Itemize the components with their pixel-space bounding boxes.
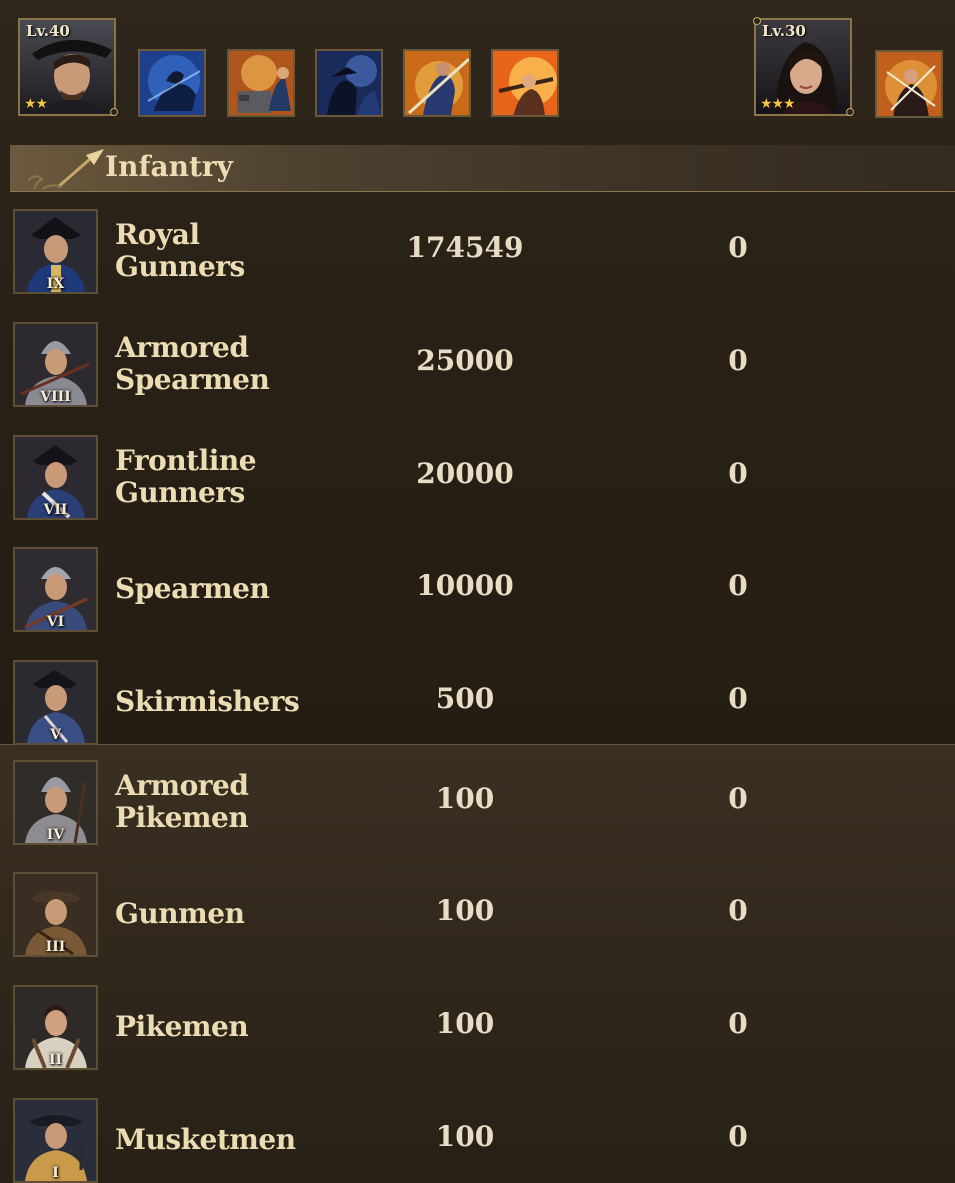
troop-assigned-count: 0 — [728, 894, 748, 927]
troop-portrait: V — [13, 660, 98, 745]
tier-label: VI — [46, 614, 65, 630]
troop-count: 100 — [435, 894, 495, 927]
troop-count: 100 — [435, 782, 495, 815]
troop-row[interactable]: IX Royal Gunners 174549 0 — [0, 209, 955, 309]
cannon-fortify-skill-icon — [229, 51, 293, 115]
skill-slot-4[interactable] — [403, 49, 471, 117]
skill-slot-1[interactable] — [138, 49, 206, 117]
skill-slot-6[interactable] — [875, 50, 943, 118]
spear-icon — [28, 149, 104, 190]
tier-label: VII — [43, 502, 68, 518]
skill-slot-5[interactable] — [491, 49, 559, 117]
musket-volley-skill-icon — [493, 51, 557, 115]
category-title: Infantry — [105, 150, 233, 183]
troop-count: 25000 — [416, 344, 514, 377]
troop-row[interactable]: V Skirmishers 500 0 — [0, 660, 955, 760]
troop-assigned-count: 0 — [728, 1120, 748, 1153]
troop-count: 174549 — [406, 231, 524, 264]
troop-name: Musketmen — [115, 1123, 296, 1156]
hero-portrait-primary[interactable]: Lv.40 ★★ — [18, 18, 116, 116]
troop-name: Pikemen — [115, 1010, 249, 1043]
skill-slot-3[interactable] — [315, 49, 383, 117]
tier-label: V — [50, 727, 61, 743]
troop-row[interactable]: II Pikemen 100 0 — [0, 985, 955, 1085]
troop-assigned-count: 0 — [728, 344, 748, 377]
troop-count: 500 — [435, 682, 495, 715]
dual-blade-skill-icon — [877, 52, 941, 116]
hero-level-label: Lv.30 — [762, 22, 806, 40]
troop-name: Armored Pikemen — [115, 769, 249, 834]
troop-name: Spearmen — [115, 572, 270, 605]
portrait-corner-ornament — [753, 17, 761, 25]
troop-row[interactable]: IV Armored Pikemen 100 0 — [0, 760, 955, 860]
troop-row[interactable]: VI Spearmen 10000 0 — [0, 547, 955, 647]
troop-name: Gunmen — [115, 897, 245, 930]
category-header-infantry: Infantry — [10, 145, 955, 192]
troop-portrait: VI — [13, 547, 98, 632]
troop-assigned-count: 0 — [728, 569, 748, 602]
night-raid-skill-icon — [317, 51, 381, 115]
troop-name: Armored Spearmen — [115, 331, 270, 396]
tier-label: I — [52, 1165, 59, 1181]
tier-label: III — [45, 939, 66, 955]
lance-strike-skill-icon — [405, 51, 469, 115]
troop-portrait: IV — [13, 760, 98, 845]
troop-assigned-count: 0 — [728, 231, 748, 264]
troop-portrait: I — [13, 1098, 98, 1183]
portrait-corner-ornament — [110, 108, 118, 116]
troop-portrait: VIII — [13, 322, 98, 407]
troop-count: 10000 — [416, 569, 514, 602]
troop-count: 100 — [435, 1120, 495, 1153]
troop-assigned-count: 0 — [728, 782, 748, 815]
troop-portrait: VII — [13, 435, 98, 520]
troop-assigned-count: 0 — [728, 1007, 748, 1040]
troop-portrait: III — [13, 872, 98, 957]
troop-count: 20000 — [416, 457, 514, 490]
cavalry-charge-skill-icon — [140, 51, 204, 115]
troop-name: Skirmishers — [115, 685, 300, 718]
hero-portrait-secondary[interactable]: Lv.30 ★★★ — [754, 18, 852, 116]
troop-assigned-count: 0 — [728, 457, 748, 490]
tier-label: II — [48, 1052, 63, 1068]
troop-row[interactable]: I Musketmen 100 0 — [0, 1098, 955, 1183]
tier-label: IX — [46, 276, 65, 292]
hero-star-rating: ★★ — [24, 96, 48, 112]
troop-portrait: II — [13, 985, 98, 1070]
troop-count: 100 — [435, 1007, 495, 1040]
troop-name: Frontline Gunners — [115, 444, 257, 509]
troop-row[interactable]: VIII Armored Spearmen 25000 0 — [0, 322, 955, 422]
hero-star-rating: ★★★ — [760, 96, 796, 112]
troop-name: Royal Gunners — [115, 218, 245, 283]
tier-label: VIII — [40, 389, 71, 405]
troop-list-panel: Lv.40 ★★ Lv.30 ★★★ Infantry IX Royal Gun… — [0, 0, 955, 1183]
troop-row[interactable]: III Gunmen 100 0 — [0, 872, 955, 972]
troop-row[interactable]: VII Frontline Gunners 20000 0 — [0, 435, 955, 535]
troop-assigned-count: 0 — [728, 682, 748, 715]
troop-portrait: IX — [13, 209, 98, 294]
hero-level-label: Lv.40 — [26, 22, 70, 40]
tier-label: IV — [46, 827, 65, 843]
portrait-corner-ornament — [846, 108, 854, 116]
skill-slot-2[interactable] — [227, 49, 295, 117]
